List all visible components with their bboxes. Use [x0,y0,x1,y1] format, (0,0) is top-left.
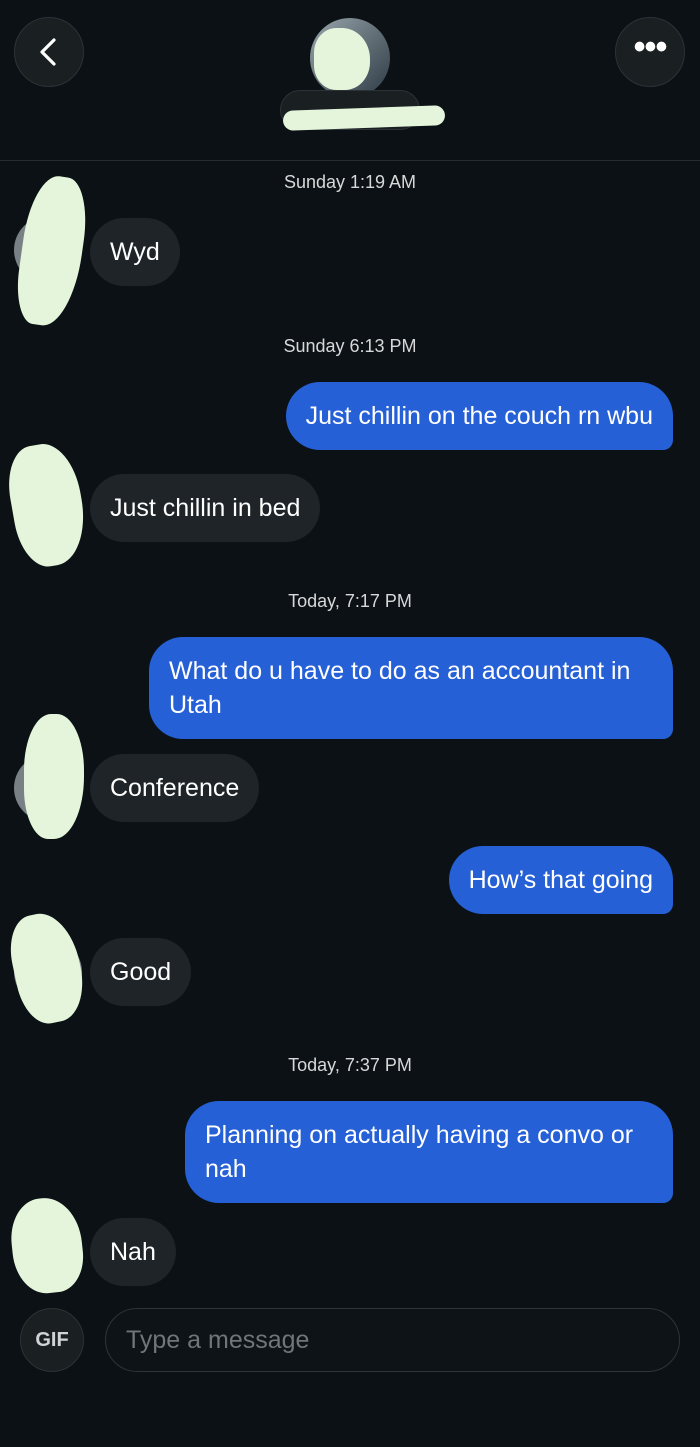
incoming-message[interactable]: Conference [90,754,260,822]
redaction-mark [7,1194,87,1297]
incoming-message[interactable]: Wyd [90,218,180,286]
redaction-mark [314,28,370,90]
contact-avatar [14,714,84,839]
back-button[interactable] [14,17,84,87]
incoming-message[interactable]: Nah [90,1218,176,1286]
outgoing-message[interactable]: Just chillin on the couch rn wbu [285,382,673,450]
contact-profile-avatar[interactable] [310,18,390,98]
contact-avatar [3,907,91,1029]
chevron-left-icon [40,38,56,66]
timestamp-divider: Sunday 6:13 PM [283,336,417,356]
redaction-mark [282,105,446,131]
redaction-mark [3,907,91,1029]
conversation-header: ••• [0,0,700,161]
redaction-mark [11,172,93,330]
timestamp-divider: Today, 7:17 PM [288,591,412,611]
timestamp-divider: Today, 7:37 PM [288,1055,412,1075]
contact-avatar [7,1194,87,1297]
more-horizontal-icon: ••• [633,28,668,66]
outgoing-message[interactable]: How’s that going [448,846,673,914]
message-composer: GIF [0,1300,700,1447]
gif-button[interactable]: GIF [20,1308,84,1372]
more-options-button[interactable]: ••• [615,17,685,87]
incoming-message[interactable]: Good [90,938,192,1006]
redaction-mark [24,714,84,839]
contact-avatar [1,438,93,572]
timestamp-divider: Sunday 1:19 AM [283,172,417,192]
message-input[interactable] [105,1308,680,1372]
contact-avatar [11,172,93,330]
incoming-message[interactable]: Just chillin in bed [90,474,321,542]
outgoing-message[interactable]: Planning on actually having a convo or n… [185,1101,673,1203]
outgoing-message[interactable]: What do u have to do as an accountant in… [149,637,673,739]
redaction-mark [1,438,93,572]
